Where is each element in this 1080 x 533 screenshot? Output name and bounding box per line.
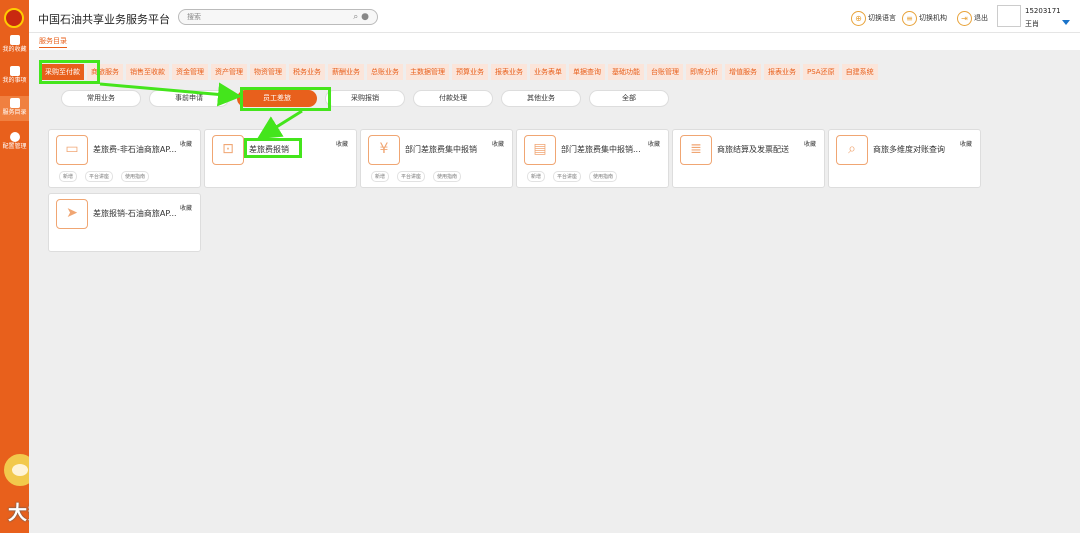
arrow-to-card [256, 109, 303, 140]
arrow-to-subcategory [99, 82, 242, 107]
annotation-arrows [99, 82, 303, 140]
